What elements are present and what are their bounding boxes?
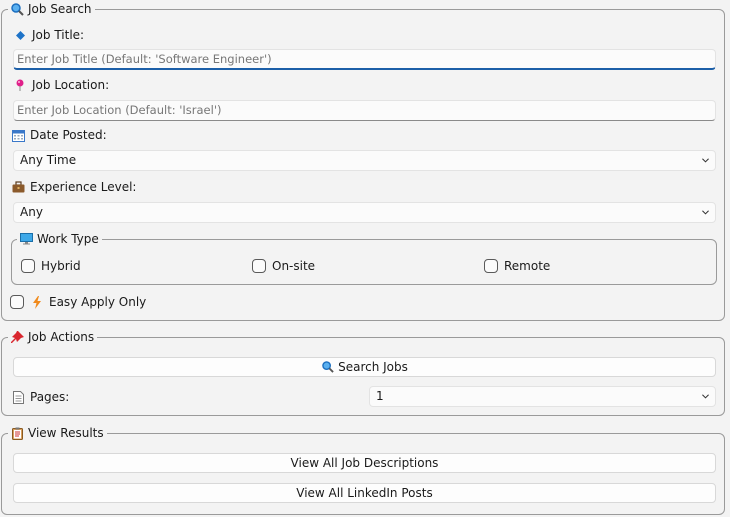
hybrid-checkbox[interactable]: Hybrid <box>21 259 81 273</box>
clipboard-icon <box>11 427 24 440</box>
view-results-title: View Results <box>28 426 104 440</box>
job-location-label: Job Location: <box>32 78 110 92</box>
view-results-group-title: View Results <box>8 426 107 440</box>
job-actions-title: Job Actions <box>28 330 95 344</box>
job-search-group-title: Job Search <box>8 2 95 16</box>
experience-label: Experience Level: <box>30 180 137 194</box>
hybrid-checkbox-box[interactable] <box>21 259 35 273</box>
onsite-checkbox-box[interactable] <box>252 259 266 273</box>
remote-checkbox[interactable]: Remote <box>484 259 550 273</box>
work-type-title: Work Type <box>37 232 99 246</box>
experience-dropdown[interactable]: Any <box>13 202 716 223</box>
calendar-icon <box>12 129 25 142</box>
search-jobs-button[interactable]: Search Jobs <box>13 357 716 377</box>
job-title-label-row: Job Title: <box>14 28 84 42</box>
onsite-checkbox[interactable]: On-site <box>252 259 315 273</box>
magnifier-icon <box>321 361 334 374</box>
chevron-down-icon <box>702 210 709 215</box>
blue-diamond-icon <box>14 29 27 42</box>
work-type-group-title: Work Type <box>17 232 102 246</box>
job-search-group: Job Search Job Title: Enter Job Title (D… <box>1 2 725 321</box>
remote-label: Remote <box>504 259 551 273</box>
remote-checkbox-box[interactable] <box>484 259 498 273</box>
job-title-label: Job Title: <box>32 28 85 42</box>
job-actions-group-title: Job Actions <box>8 330 98 344</box>
chevron-down-icon <box>702 394 709 399</box>
magnifier-icon <box>11 2 24 16</box>
pages-value: 1 <box>376 389 384 403</box>
view-job-descriptions-label: View All Job Descriptions <box>290 456 439 470</box>
chevron-down-icon <box>702 158 709 163</box>
pages-dropdown[interactable]: 1 <box>369 386 716 407</box>
job-search-title: Job Search <box>28 2 92 16</box>
experience-value: Any <box>20 205 43 219</box>
easy-apply-checkbox[interactable]: Easy Apply Only <box>10 295 146 309</box>
pushpin-icon <box>14 79 27 92</box>
experience-label-row: Experience Level: <box>12 180 136 194</box>
job-actions-group: Job Actions Search Jobs Pages: 1 <box>1 330 725 416</box>
job-location-label-row: Job Location: <box>14 78 109 92</box>
lightning-icon <box>30 295 43 309</box>
search-jobs-label: Search Jobs <box>338 360 408 374</box>
briefcase-icon <box>12 181 25 194</box>
onsite-label: On-site <box>272 259 316 273</box>
view-results-group: View Results View All Job Descriptions V… <box>1 426 725 515</box>
monitor-icon <box>20 233 33 246</box>
job-location-input[interactable]: Enter Job Location (Default: 'Israel') <box>13 100 716 121</box>
pages-label: Pages: <box>30 390 70 404</box>
date-posted-value: Any Time <box>20 153 77 167</box>
view-job-descriptions-button[interactable]: View All Job Descriptions <box>13 453 716 473</box>
view-linkedin-posts-button[interactable]: View All LinkedIn Posts <box>13 483 716 503</box>
easy-apply-label: Easy Apply Only <box>49 295 147 309</box>
view-linkedin-posts-label: View All LinkedIn Posts <box>296 486 433 500</box>
hybrid-label: Hybrid <box>41 259 81 273</box>
pushpin-icon <box>11 330 24 344</box>
date-posted-label: Date Posted: <box>30 128 107 142</box>
page-icon <box>12 390 25 404</box>
date-posted-dropdown[interactable]: Any Time <box>13 150 716 171</box>
job-title-input[interactable]: Enter Job Title (Default: 'Software Engi… <box>13 49 716 70</box>
date-posted-label-row: Date Posted: <box>12 128 107 142</box>
pages-label-row: Pages: <box>12 390 69 404</box>
easy-apply-checkbox-box[interactable] <box>10 295 24 309</box>
work-type-group: Work Type Hybrid On-site Remote <box>11 232 717 285</box>
